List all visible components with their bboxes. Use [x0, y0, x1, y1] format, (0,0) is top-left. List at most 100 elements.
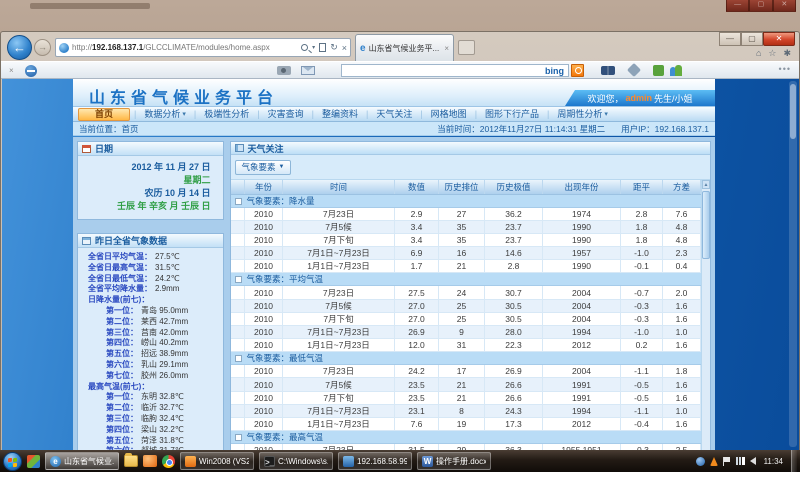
search-go-button[interactable] — [571, 64, 584, 77]
puzzle-icon[interactable] — [653, 65, 664, 76]
blocked-circle-icon[interactable] — [25, 65, 37, 77]
row-indent-cell — [231, 365, 245, 378]
new-tab-button[interactable] — [458, 40, 475, 55]
nav-item[interactable]: 天气关注 — [368, 108, 420, 121]
rank-item: 第三位：临朐 32.4℃ — [80, 414, 220, 425]
action-center-flag-icon[interactable] — [723, 457, 731, 466]
row-indent-cell — [231, 404, 245, 417]
bing-search-box[interactable]: bing — [341, 64, 569, 77]
tray-download-icon[interactable] — [710, 457, 718, 466]
table-row[interactable]: 20107月23日27.52430.72004-0.72.0 — [231, 286, 701, 299]
nav-item[interactable]: 网格地图 — [423, 108, 475, 121]
stat-line: 全省日最高气温：31.5℃ — [80, 263, 220, 274]
table-row[interactable]: 20107月5候3.43523.719901.84.8 — [231, 220, 701, 233]
group-row[interactable]: 气象要素：最高气温 — [231, 431, 701, 444]
table-cell: 35 — [439, 220, 485, 233]
table-cell: 7月下旬 — [283, 233, 395, 246]
task-button[interactable]: Win2008 (VS2... — [180, 452, 254, 470]
nav-item[interactable]: 极端性分析 — [196, 108, 257, 121]
url-text[interactable]: http://192.168.137.1/GLCCLIMATE/modules/… — [72, 43, 301, 52]
row-indent-cell — [231, 260, 245, 273]
nav-item[interactable]: 周期性分析▾ — [549, 108, 616, 121]
group-checkbox[interactable] — [235, 434, 242, 441]
element-dropdown-button[interactable]: 气象要素 ▼ — [235, 160, 292, 175]
home-icon[interactable]: ⌂ — [756, 48, 761, 59]
explorer-folder-icon[interactable] — [124, 455, 138, 467]
toolbar-close-icon[interactable]: × — [9, 66, 14, 75]
nav-item[interactable]: 数据分析▾ — [136, 108, 194, 121]
close-button[interactable]: ✕ — [763, 32, 795, 46]
address-bar[interactable]: http://192.168.137.1/GLCCLIMATE/modules/… — [55, 38, 351, 57]
welcome-prefix: 欢迎您， — [587, 92, 623, 105]
volume-icon[interactable] — [750, 457, 756, 465]
back-button[interactable]: ← — [7, 35, 32, 60]
network-icon[interactable] — [736, 457, 745, 465]
nav-item[interactable]: 整编资料 — [314, 108, 366, 121]
forward-button[interactable]: → — [34, 39, 51, 56]
chrome-icon[interactable] — [162, 455, 175, 468]
nav-item[interactable]: 灾害查询 — [260, 108, 312, 121]
group-row[interactable]: 气象要素：平均气温 — [231, 273, 701, 286]
table-row[interactable]: 20101月1日~7月23日7.61917.32012-0.41.6 — [231, 417, 701, 430]
table-row[interactable]: 20107月1日~7月23日23.1824.31994-1.11.0 — [231, 404, 701, 417]
browser-scrollbar-thumb[interactable] — [790, 84, 796, 139]
orange-app-icon[interactable] — [143, 455, 157, 467]
task-button[interactable]: >_C:\Windows\s... — [259, 452, 333, 470]
maximize-icon: ▢ — [749, 0, 772, 12]
start-button[interactable] — [3, 452, 22, 471]
mail-icon[interactable] — [301, 66, 315, 75]
favorites-star-icon[interactable]: ☆ — [768, 48, 776, 59]
settings-gear-icon[interactable]: ✱ — [783, 48, 791, 59]
group-row[interactable]: 气象要素：降水量 — [231, 194, 701, 207]
table-row[interactable]: 20107月1日~7月23日26.9928.01994-1.01.0 — [231, 325, 701, 338]
binoculars-icon[interactable] — [601, 66, 615, 75]
panel-scrollbar[interactable]: ▲ ▼ — [701, 180, 710, 451]
table-row[interactable]: 20107月23日24.21726.92004-1.11.8 — [231, 365, 701, 378]
tab-close-icon[interactable]: × — [444, 44, 449, 53]
nav-item[interactable]: 首页 — [78, 108, 130, 121]
table-row[interactable]: 20107月下旬23.52126.61991-0.51.6 — [231, 391, 701, 404]
task-button[interactable]: e山东省气候业... — [45, 452, 119, 470]
taskbar-clock[interactable]: 11:34 — [761, 457, 786, 466]
search-icon[interactable] — [301, 44, 308, 51]
task-button[interactable]: W操作手册.docx ... — [417, 452, 491, 470]
table-cell: 3.4 — [395, 220, 439, 233]
toolbar-overflow-icon[interactable]: ••• — [779, 64, 791, 74]
browser-tab[interactable]: e 山东省气候业务平... × — [355, 34, 454, 61]
camera-icon[interactable] — [277, 66, 291, 75]
rank-item: 第七位：胶州 26.0mm — [80, 371, 220, 382]
maximize-button[interactable]: ▢ — [741, 32, 763, 46]
table-row[interactable]: 20101月1日~7月23日12.03122.320120.21.6 — [231, 339, 701, 352]
table-row[interactable]: 20107月5候27.02530.52004-0.31.6 — [231, 299, 701, 312]
group-row[interactable]: 气象要素：最低气温 — [231, 352, 701, 365]
nav-item[interactable]: 图形下行产品 — [477, 108, 547, 121]
table-cell: 7.6 — [395, 417, 439, 430]
group-name: 气象要素：降水量 — [247, 196, 315, 206]
group-checkbox[interactable] — [235, 276, 242, 283]
browser-scrollbar[interactable] — [789, 81, 797, 447]
taskbar-app-icon[interactable] — [27, 455, 40, 468]
stop-icon[interactable]: × — [342, 43, 347, 53]
refresh-icon[interactable]: ↻ — [330, 42, 338, 53]
table-row[interactable]: 20101月1日~7月23日1.7212.81990-0.10.4 — [231, 260, 701, 273]
group-checkbox[interactable] — [235, 355, 242, 362]
table-row[interactable]: 20107月23日2.92736.219742.87.6 — [231, 207, 701, 220]
scroll-up-icon[interactable]: ▲ — [702, 180, 710, 189]
table-row[interactable]: 20107月5候23.52126.61991-0.51.6 — [231, 378, 701, 391]
compatibility-view-icon[interactable] — [319, 43, 326, 52]
table-cell: 23.5 — [395, 378, 439, 391]
tray-app-icon[interactable] — [696, 457, 705, 466]
table-cell: 2010 — [245, 207, 283, 220]
show-desktop-button[interactable] — [791, 450, 797, 472]
group-checkbox[interactable] — [235, 198, 242, 205]
table-row[interactable]: 20107月下旬3.43523.719901.84.8 — [231, 233, 701, 246]
section-title: 日降水量(前七)： — [80, 295, 220, 306]
scrollbar-thumb[interactable] — [702, 191, 710, 259]
minimize-button[interactable]: — — [719, 32, 741, 46]
people-icon[interactable] — [670, 65, 682, 76]
table-row[interactable]: 20107月下旬27.02530.52004-0.31.6 — [231, 312, 701, 325]
sparkle-icon[interactable] — [627, 63, 641, 77]
task-button[interactable]: 192.168.58.99... — [338, 452, 412, 470]
table-row[interactable]: 20107月1日~7月23日6.91614.61957-1.02.3 — [231, 247, 701, 260]
chevron-down-icon[interactable]: ▾ — [312, 44, 315, 51]
